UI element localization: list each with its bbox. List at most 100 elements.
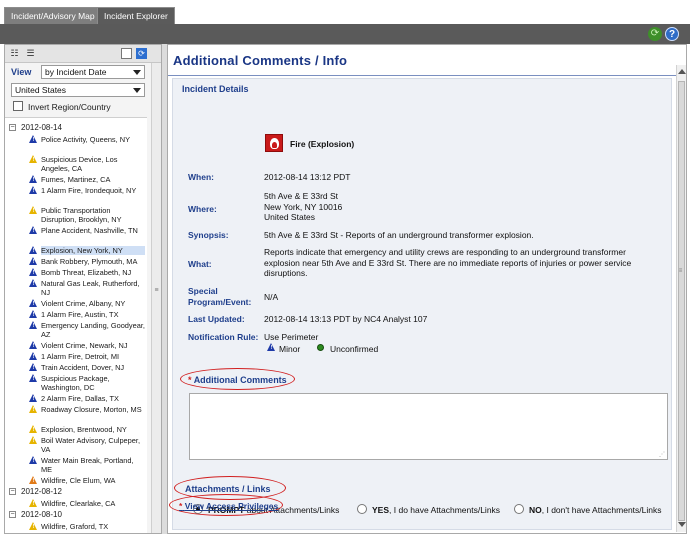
view-select-value: by Incident Date bbox=[45, 67, 107, 77]
incident-tree: −2012-08-14! Police Activity, Queens, NY!… bbox=[5, 117, 147, 533]
tree-toolbar: ☷ ☰ ⟳ bbox=[5, 45, 161, 63]
chevron-down-icon bbox=[133, 70, 141, 75]
where-line-2: New York, NY 10016 bbox=[264, 201, 343, 212]
tree-item-label: Suspicious Package, Washington, DC bbox=[41, 374, 110, 392]
tree-item-label: Explosion, Brentwood, NY bbox=[41, 425, 127, 434]
minor-alert-icon: ! bbox=[29, 299, 38, 308]
what-line-3: disruptions. bbox=[264, 268, 308, 278]
invert-region-checkbox[interactable] bbox=[13, 101, 23, 111]
tree-item-label: 2012-08-10 bbox=[21, 510, 62, 519]
where-label: Where: bbox=[188, 204, 217, 214]
refresh-tree-icon[interactable]: ⟳ bbox=[136, 48, 147, 59]
scroll-down-icon[interactable] bbox=[678, 522, 686, 527]
advisory-alert-icon: ! bbox=[29, 206, 38, 215]
tree-item-label: Boil Water Advisory, Culpeper, VA bbox=[41, 436, 140, 454]
resize-handle-icon[interactable]: ⋰ bbox=[659, 451, 665, 458]
view-label: View bbox=[11, 67, 32, 77]
tree-item-label: 2012-08-12 bbox=[21, 487, 62, 496]
tree-item-label: Violent Crime, Newark, NJ bbox=[41, 341, 128, 350]
radio-yes-attachments[interactable] bbox=[357, 504, 367, 514]
minor-alert-icon: ! bbox=[29, 135, 38, 144]
tree-item-label: Bomb Threat, Elizabeth, NJ bbox=[41, 268, 132, 277]
additional-comments-textarea[interactable]: ⋰ bbox=[189, 393, 668, 460]
tree-item-label: Violent Crime, Albany, NY bbox=[41, 299, 126, 308]
details-panel: Additional Comments / Info Incident Deta… bbox=[167, 44, 687, 534]
tree-scrollbar[interactable]: ≡ bbox=[151, 63, 161, 533]
tree-item-label: Water Main Break, Portland, ME bbox=[41, 456, 134, 474]
where-line-3: United States bbox=[264, 212, 316, 222]
tree-item-label: Suspicious Device, Los Angeles, CA bbox=[41, 155, 118, 173]
tree-item-label: 1 Alarm Fire, Austin, TX bbox=[41, 310, 119, 319]
unconfirmed-status-icon bbox=[317, 344, 324, 351]
chevron-down-icon bbox=[133, 88, 141, 93]
help-icon[interactable]: ? bbox=[665, 27, 679, 41]
last-updated-label: Last Updated: bbox=[188, 314, 245, 324]
attachments-heading: Attachments / Links bbox=[185, 484, 271, 494]
tree-item-label: Train Accident, Dover, NJ bbox=[41, 363, 125, 372]
when-label: When: bbox=[188, 172, 214, 182]
scroll-up-icon[interactable] bbox=[678, 69, 686, 74]
additional-comments-text: Additional Comments bbox=[193, 375, 287, 385]
scroll-thumb[interactable] bbox=[678, 81, 685, 521]
collapse-all-icon[interactable]: ☰ bbox=[25, 48, 36, 59]
incident-type: Fire (Explosion) bbox=[290, 139, 355, 149]
tab-bar: Incident/Advisory Map Incident Explorer bbox=[0, 0, 690, 24]
fire-icon bbox=[265, 134, 283, 152]
refresh-icon[interactable]: ⟳ bbox=[648, 27, 662, 41]
radio-no-attachments[interactable] bbox=[514, 504, 524, 514]
minor-alert-icon: ! bbox=[29, 363, 38, 372]
what-line-2: explosion near 5th Ave and E 33rd St. Th… bbox=[264, 257, 632, 268]
tree-item-label: Bank Robbery, Plymouth, MA bbox=[41, 257, 138, 266]
collapse-node-icon[interactable]: − bbox=[9, 488, 16, 495]
advisory-alert-icon: ! bbox=[29, 522, 38, 531]
tree-item-label: Plane Accident, Nashville, TN bbox=[41, 226, 138, 235]
title-divider bbox=[168, 75, 676, 76]
collapse-node-icon[interactable]: − bbox=[9, 511, 16, 518]
invert-region-label: Invert Region/Country bbox=[28, 102, 111, 112]
expand-all-icon[interactable]: ☷ bbox=[9, 48, 20, 59]
what-value: Reports indicate that emergency and util… bbox=[264, 247, 664, 279]
radio-no-label[interactable]: NO, I don't have Attachments/Links bbox=[529, 505, 662, 515]
view-select[interactable]: by Incident Date bbox=[41, 65, 145, 79]
minor-alert-icon: ! bbox=[29, 175, 38, 184]
where-line-1: 5th Ave & E 33rd St bbox=[264, 191, 339, 201]
synopsis-value: 5th Ave & E 33rd St - Reports of an unde… bbox=[264, 230, 534, 240]
minor-alert-icon: ! bbox=[29, 321, 38, 330]
severity-value: Minor bbox=[279, 344, 301, 354]
minor-alert-icon: ! bbox=[29, 394, 38, 403]
tree-item-label: Police Activity, Queens, NY bbox=[41, 135, 130, 144]
region-select-value: United States bbox=[15, 85, 67, 95]
minor-alert-icon: ! bbox=[29, 341, 38, 350]
tree-item-label: 1 Alarm Fire, Detroit, MI bbox=[41, 352, 120, 361]
notification-rule-label: Notification Rule: bbox=[188, 332, 259, 342]
view-access-privileges-link[interactable]: * View Access Privileges bbox=[179, 501, 278, 511]
tab-incident-advisory-map[interactable]: Incident/Advisory Map bbox=[4, 7, 102, 24]
details-scrollbar[interactable]: ≡ bbox=[676, 65, 686, 532]
last-updated-value: 2012-08-14 13:13 PDT by NC4 Analyst 107 bbox=[264, 314, 428, 324]
tree-item-label: 2 Alarm Fire, Dallas, TX bbox=[41, 394, 119, 403]
minor-alert-icon: ! bbox=[29, 257, 38, 266]
view-access-privileges-text[interactable]: View Access Privileges bbox=[185, 501, 279, 511]
additional-comments-label: * Additional Comments bbox=[188, 375, 287, 385]
tree-item-label: Public Transportation Disruption, Brookl… bbox=[41, 206, 122, 224]
moderate-alert-icon: ! bbox=[29, 476, 38, 485]
tree-item-label: 1 Alarm Fire, Irondequoit, NY bbox=[41, 186, 137, 195]
region-select[interactable]: United States bbox=[11, 83, 145, 97]
select-all-checkbox-icon[interactable] bbox=[121, 48, 132, 59]
page-title: Additional Comments / Info bbox=[173, 53, 348, 68]
radio-yes-label[interactable]: YES, I do have Attachments/Links bbox=[372, 505, 500, 515]
collapse-node-icon[interactable]: − bbox=[9, 124, 16, 131]
advisory-alert-icon: ! bbox=[29, 155, 38, 164]
tab-incident-explorer[interactable]: Incident Explorer bbox=[97, 7, 175, 24]
minor-alert-icon: ! bbox=[29, 456, 38, 465]
minor-alert-icon: ! bbox=[29, 268, 38, 277]
tree-item-label: Explosion, New York, NY bbox=[41, 246, 145, 255]
incident-details-heading: Incident Details bbox=[182, 84, 249, 94]
special-program-label: Special Program/Event: bbox=[188, 286, 251, 307]
minor-alert-icon: ! bbox=[29, 374, 38, 383]
scroll-grip-icon: ≡ bbox=[678, 268, 683, 274]
confirmation-value: Unconfirmed bbox=[330, 344, 379, 354]
required-marker: * bbox=[179, 501, 183, 511]
minor-alert-icon: ! bbox=[29, 279, 38, 288]
notification-rule-value: Use Perimeter bbox=[264, 332, 319, 342]
